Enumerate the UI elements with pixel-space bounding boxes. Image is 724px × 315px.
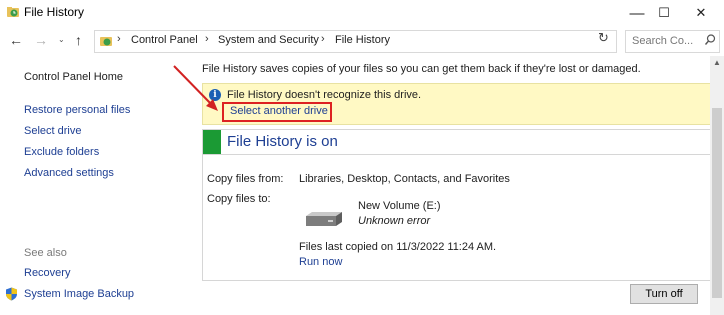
- forward-arrow-icon[interactable]: →: [34, 32, 48, 48]
- recovery-link[interactable]: Recovery: [24, 267, 70, 279]
- breadcrumb-file-history[interactable]: File History: [335, 34, 390, 46]
- warning-banner: i File History doesn't recognize this dr…: [202, 83, 712, 125]
- copy-from-label: Copy files from:: [207, 173, 284, 185]
- drive-error: Unknown error: [358, 215, 431, 227]
- copy-from-value: Libraries, Desktop, Contacts, and Favori…: [299, 173, 510, 185]
- vertical-scrollbar[interactable]: ▲: [710, 56, 724, 315]
- scroll-up-icon[interactable]: ▲: [713, 58, 721, 67]
- breadcrumb-separator-icon[interactable]: ›: [205, 33, 209, 45]
- breadcrumb-control-panel[interactable]: Control Panel: [131, 34, 198, 46]
- shield-icon: [6, 287, 17, 301]
- back-arrow-icon[interactable]: ←: [9, 32, 23, 48]
- navigation-bar: ← → ⌄ ↑ › Control Panel › System and Sec…: [0, 28, 724, 54]
- intro-text: File History saves copies of your files …: [202, 63, 641, 75]
- file-history-status-panel: File History is on Copy files from: Libr…: [202, 129, 712, 281]
- file-history-icon: [7, 7, 19, 17]
- title-bar: File History — ☐ ✕: [0, 0, 724, 26]
- refresh-icon[interactable]: ↻: [598, 30, 609, 46]
- search-icon[interactable]: [704, 33, 716, 47]
- copy-to-label: Copy files to:: [207, 193, 271, 205]
- select-drive-link[interactable]: Select drive: [24, 125, 81, 137]
- run-now-link[interactable]: Run now: [299, 256, 342, 268]
- maximize-button[interactable]: ☐: [647, 0, 681, 26]
- status-title: File History is on: [227, 133, 338, 150]
- search-input[interactable]: Search Co...: [625, 30, 720, 53]
- recent-locations-chevron-icon[interactable]: ⌄: [58, 35, 65, 44]
- select-another-drive-link[interactable]: Select another drive: [230, 105, 328, 117]
- status-header: File History is on: [203, 130, 711, 155]
- advanced-settings-link[interactable]: Advanced settings: [24, 167, 114, 179]
- warning-text: File History doesn't recognize this driv…: [227, 89, 422, 101]
- up-arrow-icon[interactable]: ↑: [75, 32, 82, 48]
- drive-name: New Volume (E:): [358, 200, 441, 212]
- close-button[interactable]: ✕: [684, 0, 718, 26]
- breadcrumb-separator-icon[interactable]: ›: [321, 33, 325, 45]
- system-image-backup-link[interactable]: System Image Backup: [24, 288, 134, 300]
- address-bar[interactable]: › Control Panel › System and Security › …: [94, 30, 685, 53]
- breadcrumb-system-and-security[interactable]: System and Security: [218, 34, 319, 46]
- breadcrumb-separator-icon[interactable]: ›: [117, 33, 121, 45]
- control-panel-home-link[interactable]: Control Panel Home: [24, 71, 123, 83]
- status-indicator: [203, 130, 221, 154]
- control-panel-icon: [100, 37, 112, 46]
- info-icon: i: [209, 89, 221, 101]
- search-placeholder: Search Co...: [632, 35, 694, 47]
- exclude-folders-link[interactable]: Exclude folders: [24, 146, 99, 158]
- highlight-box: Select another drive: [222, 102, 332, 122]
- turn-off-button[interactable]: Turn off: [630, 284, 698, 304]
- drive-icon: [306, 212, 342, 226]
- scrollbar-thumb[interactable]: [712, 108, 722, 298]
- window-title: File History: [24, 5, 85, 19]
- see-also-label: See also: [24, 247, 67, 259]
- last-copied-text: Files last copied on 11/3/2022 11:24 AM.: [299, 241, 497, 253]
- restore-personal-files-link[interactable]: Restore personal files: [24, 104, 130, 116]
